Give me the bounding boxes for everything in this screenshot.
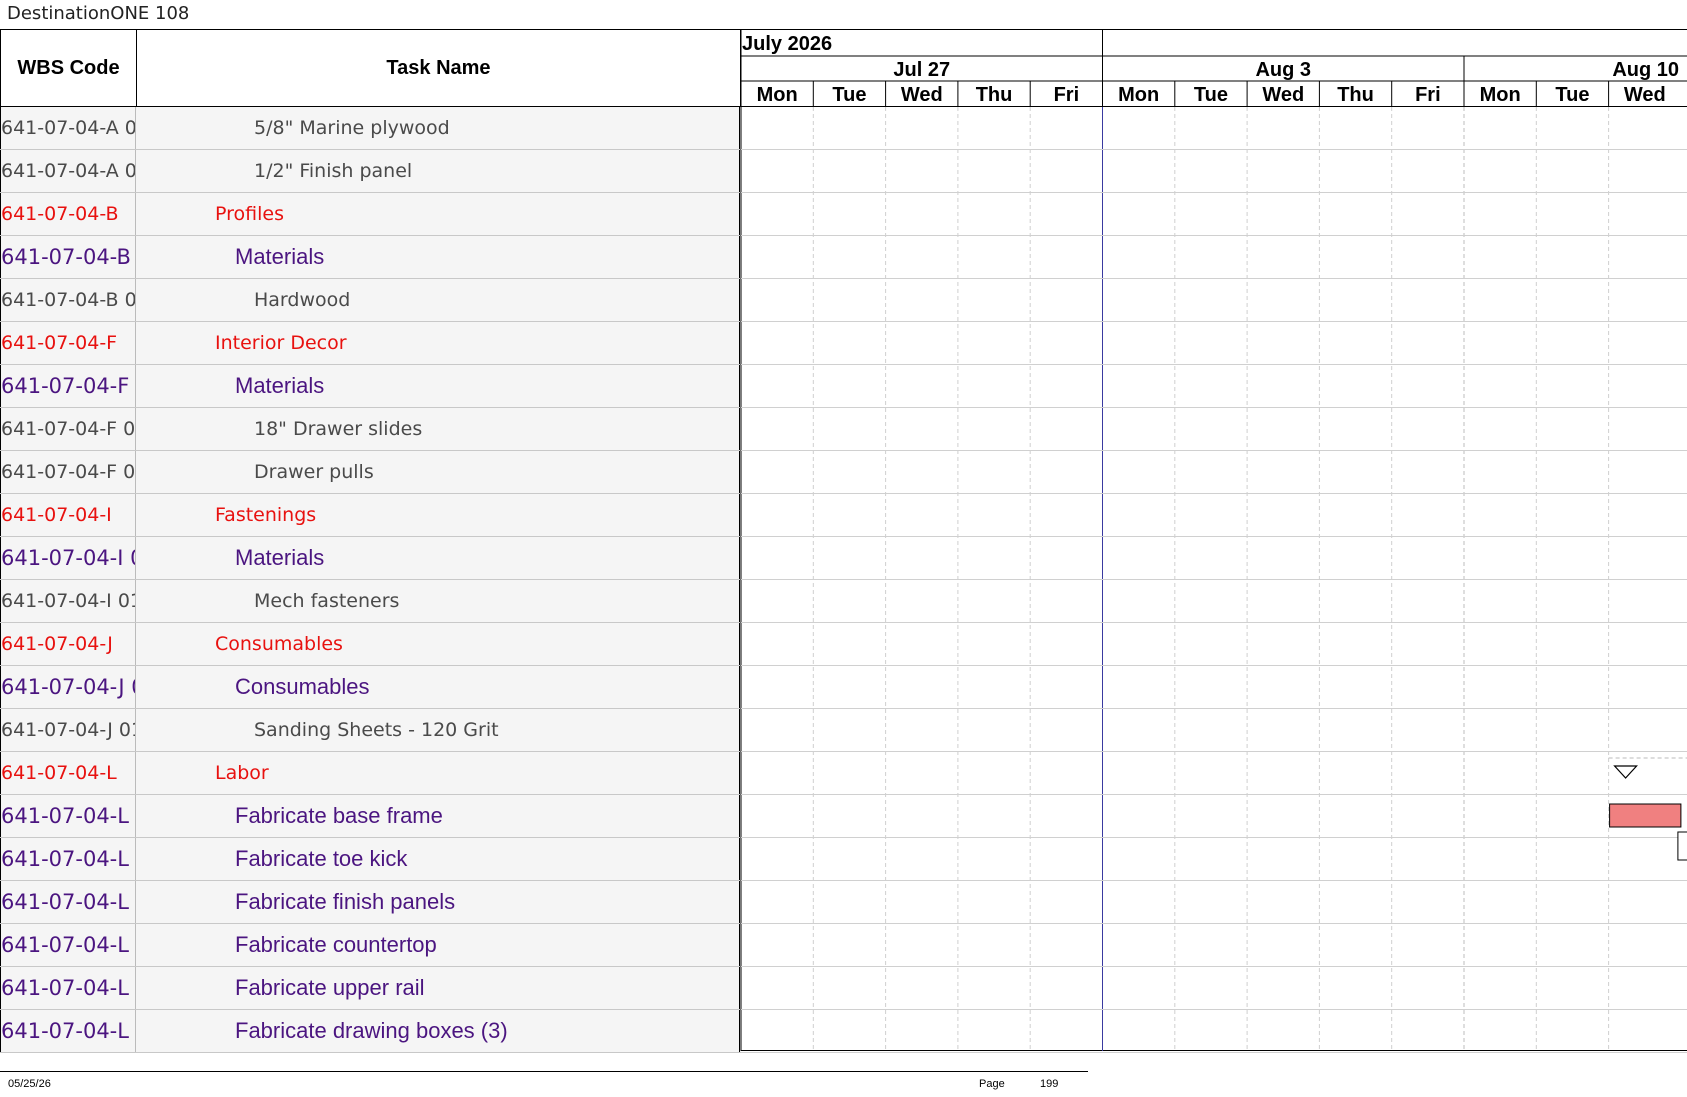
footer-divider [0, 1071, 1088, 1072]
day-label: Fri [1415, 84, 1441, 106]
footer-date: 05/25/26 [8, 1078, 51, 1090]
day-label: Tue [1555, 84, 1589, 106]
week-label: Aug 3 [1255, 59, 1311, 81]
day-label: Mon [1480, 84, 1521, 106]
day-label: Wed [1624, 84, 1666, 106]
day-label: Mon [757, 84, 798, 106]
day-label: Thu [976, 84, 1013, 106]
day-label: Tue [1194, 84, 1228, 106]
link-connector [1677, 831, 1687, 861]
day-label: Mon [1118, 84, 1159, 106]
gantt-chart: July 2026 Jul 27 Aug 3 Aug 10 Mon Tue Wed Thu Fr… [740, 30, 1687, 1053]
day-label: Wed [901, 84, 943, 106]
summary-start-marker [1613, 765, 1638, 779]
task-bar [1609, 803, 1682, 828]
week-label: Aug 10 [1612, 59, 1679, 81]
week-label: Jul 27 [893, 59, 950, 81]
footer-page-number: 199 [1040, 1078, 1059, 1090]
day-label: Wed [1262, 84, 1304, 106]
footer-page-label: Page [979, 1078, 1005, 1090]
day-label: Thu [1337, 84, 1374, 106]
day-label: Tue [832, 84, 866, 106]
day-label: Fri [1054, 84, 1080, 106]
month-label: July 2026 [742, 33, 832, 55]
